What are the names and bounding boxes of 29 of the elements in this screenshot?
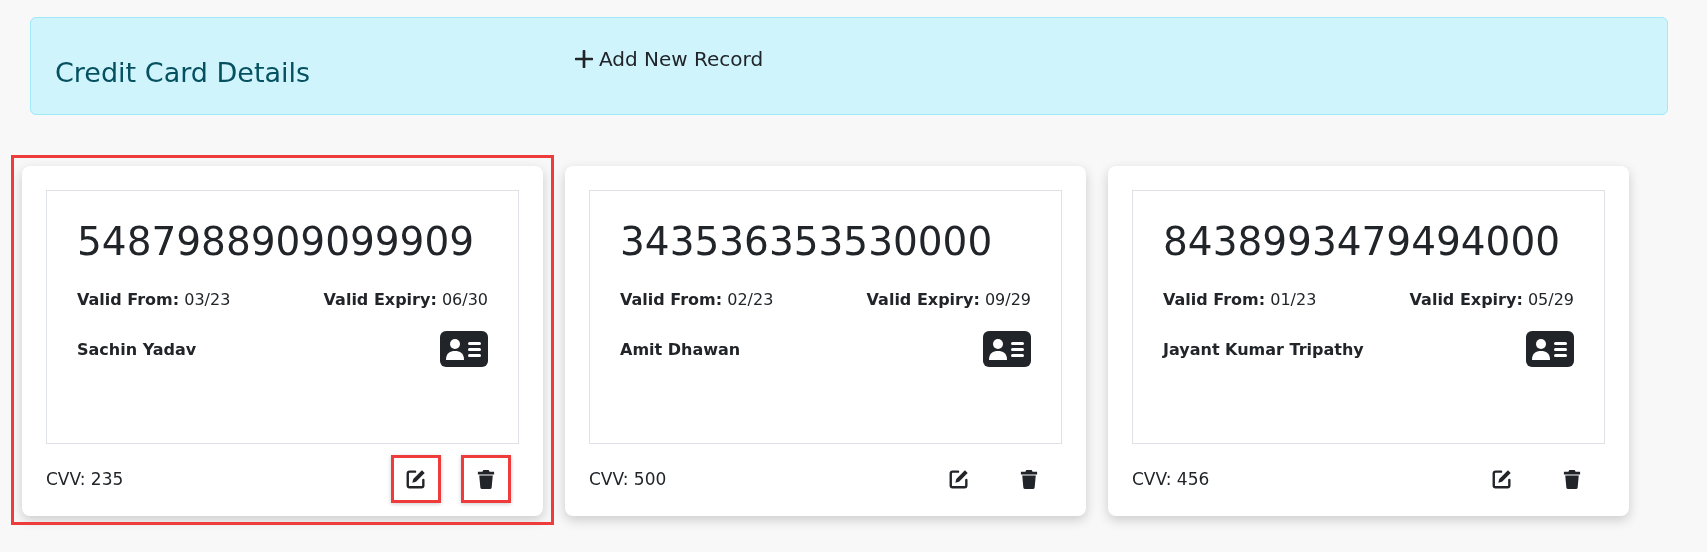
id-card-icon: [440, 331, 488, 367]
trash-icon: [1020, 469, 1038, 489]
valid-from: Valid From: 03/23: [77, 290, 231, 309]
add-record-button[interactable]: Add New Record: [575, 47, 764, 71]
id-card-icon: [983, 331, 1031, 367]
trash-icon: [477, 469, 495, 489]
card-holder-name: Sachin Yadav: [77, 339, 197, 359]
edit-icon: [405, 468, 427, 490]
plus-icon: [575, 50, 593, 68]
cvv-text: CVV: 456: [1132, 469, 1210, 489]
id-card-icon: [1526, 331, 1574, 367]
valid-from: Valid From: 01/23: [1163, 290, 1317, 309]
edit-icon: [948, 468, 970, 490]
valid-from: Valid From: 02/23: [620, 290, 774, 309]
valid-expiry: Valid Expiry: 05/29: [1409, 290, 1574, 309]
card-holder-name: Amit Dhawan: [620, 339, 741, 359]
card-number: 343536353530000: [620, 219, 994, 264]
valid-expiry: Valid Expiry: 06/30: [323, 290, 488, 309]
edit-icon: [1491, 468, 1513, 490]
valid-expiry: Valid Expiry: 09/29: [866, 290, 1031, 309]
page-title: Credit Card Details: [55, 56, 312, 88]
delete-button[interactable]: [461, 455, 511, 503]
card-number: 5487988909099909: [77, 219, 475, 264]
card-holder-name: Jayant Kumar Tripathy: [1163, 339, 1364, 359]
edit-button[interactable]: [391, 455, 441, 503]
cvv-text: CVV: 235: [46, 469, 124, 489]
card-number: 8438993479494000: [1163, 219, 1561, 264]
trash-icon: [1563, 469, 1581, 489]
cvv-text: CVV: 500: [589, 469, 667, 489]
